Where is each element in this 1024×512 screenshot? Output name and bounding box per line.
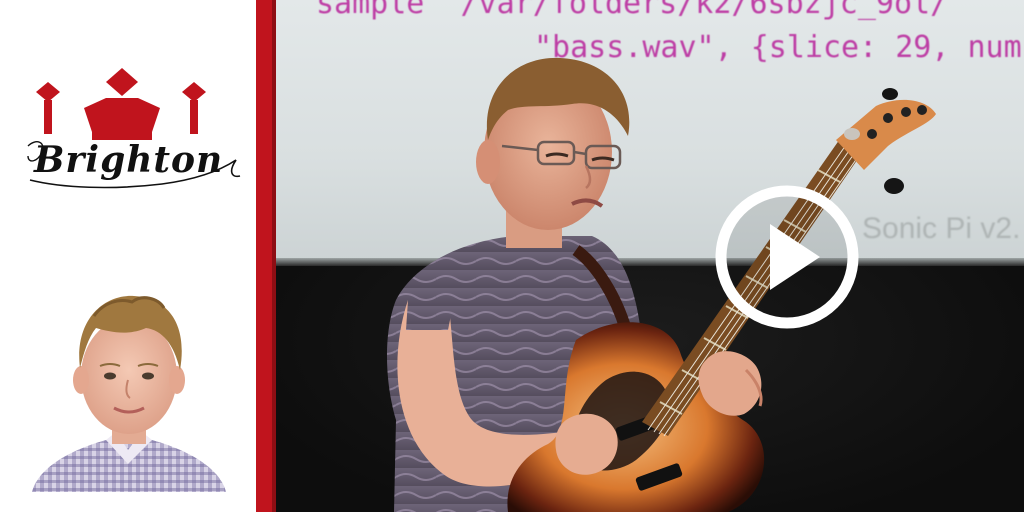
speaker-portrait bbox=[24, 280, 234, 492]
brighton-logo: Brighton bbox=[27, 68, 241, 189]
logo-wordmark: Brighton bbox=[33, 139, 223, 181]
branding-panel: Brighton bbox=[0, 0, 256, 512]
video-thumbnail[interactable]: sample "/var/folders/k2/6sbzjc_9ol/ "bas… bbox=[276, 0, 1024, 512]
performer-with-bass bbox=[387, 57, 936, 512]
video-card: Brighton sample "/var/folders/k2/6sbzjc_… bbox=[0, 0, 1024, 512]
play-button[interactable] bbox=[714, 184, 860, 330]
